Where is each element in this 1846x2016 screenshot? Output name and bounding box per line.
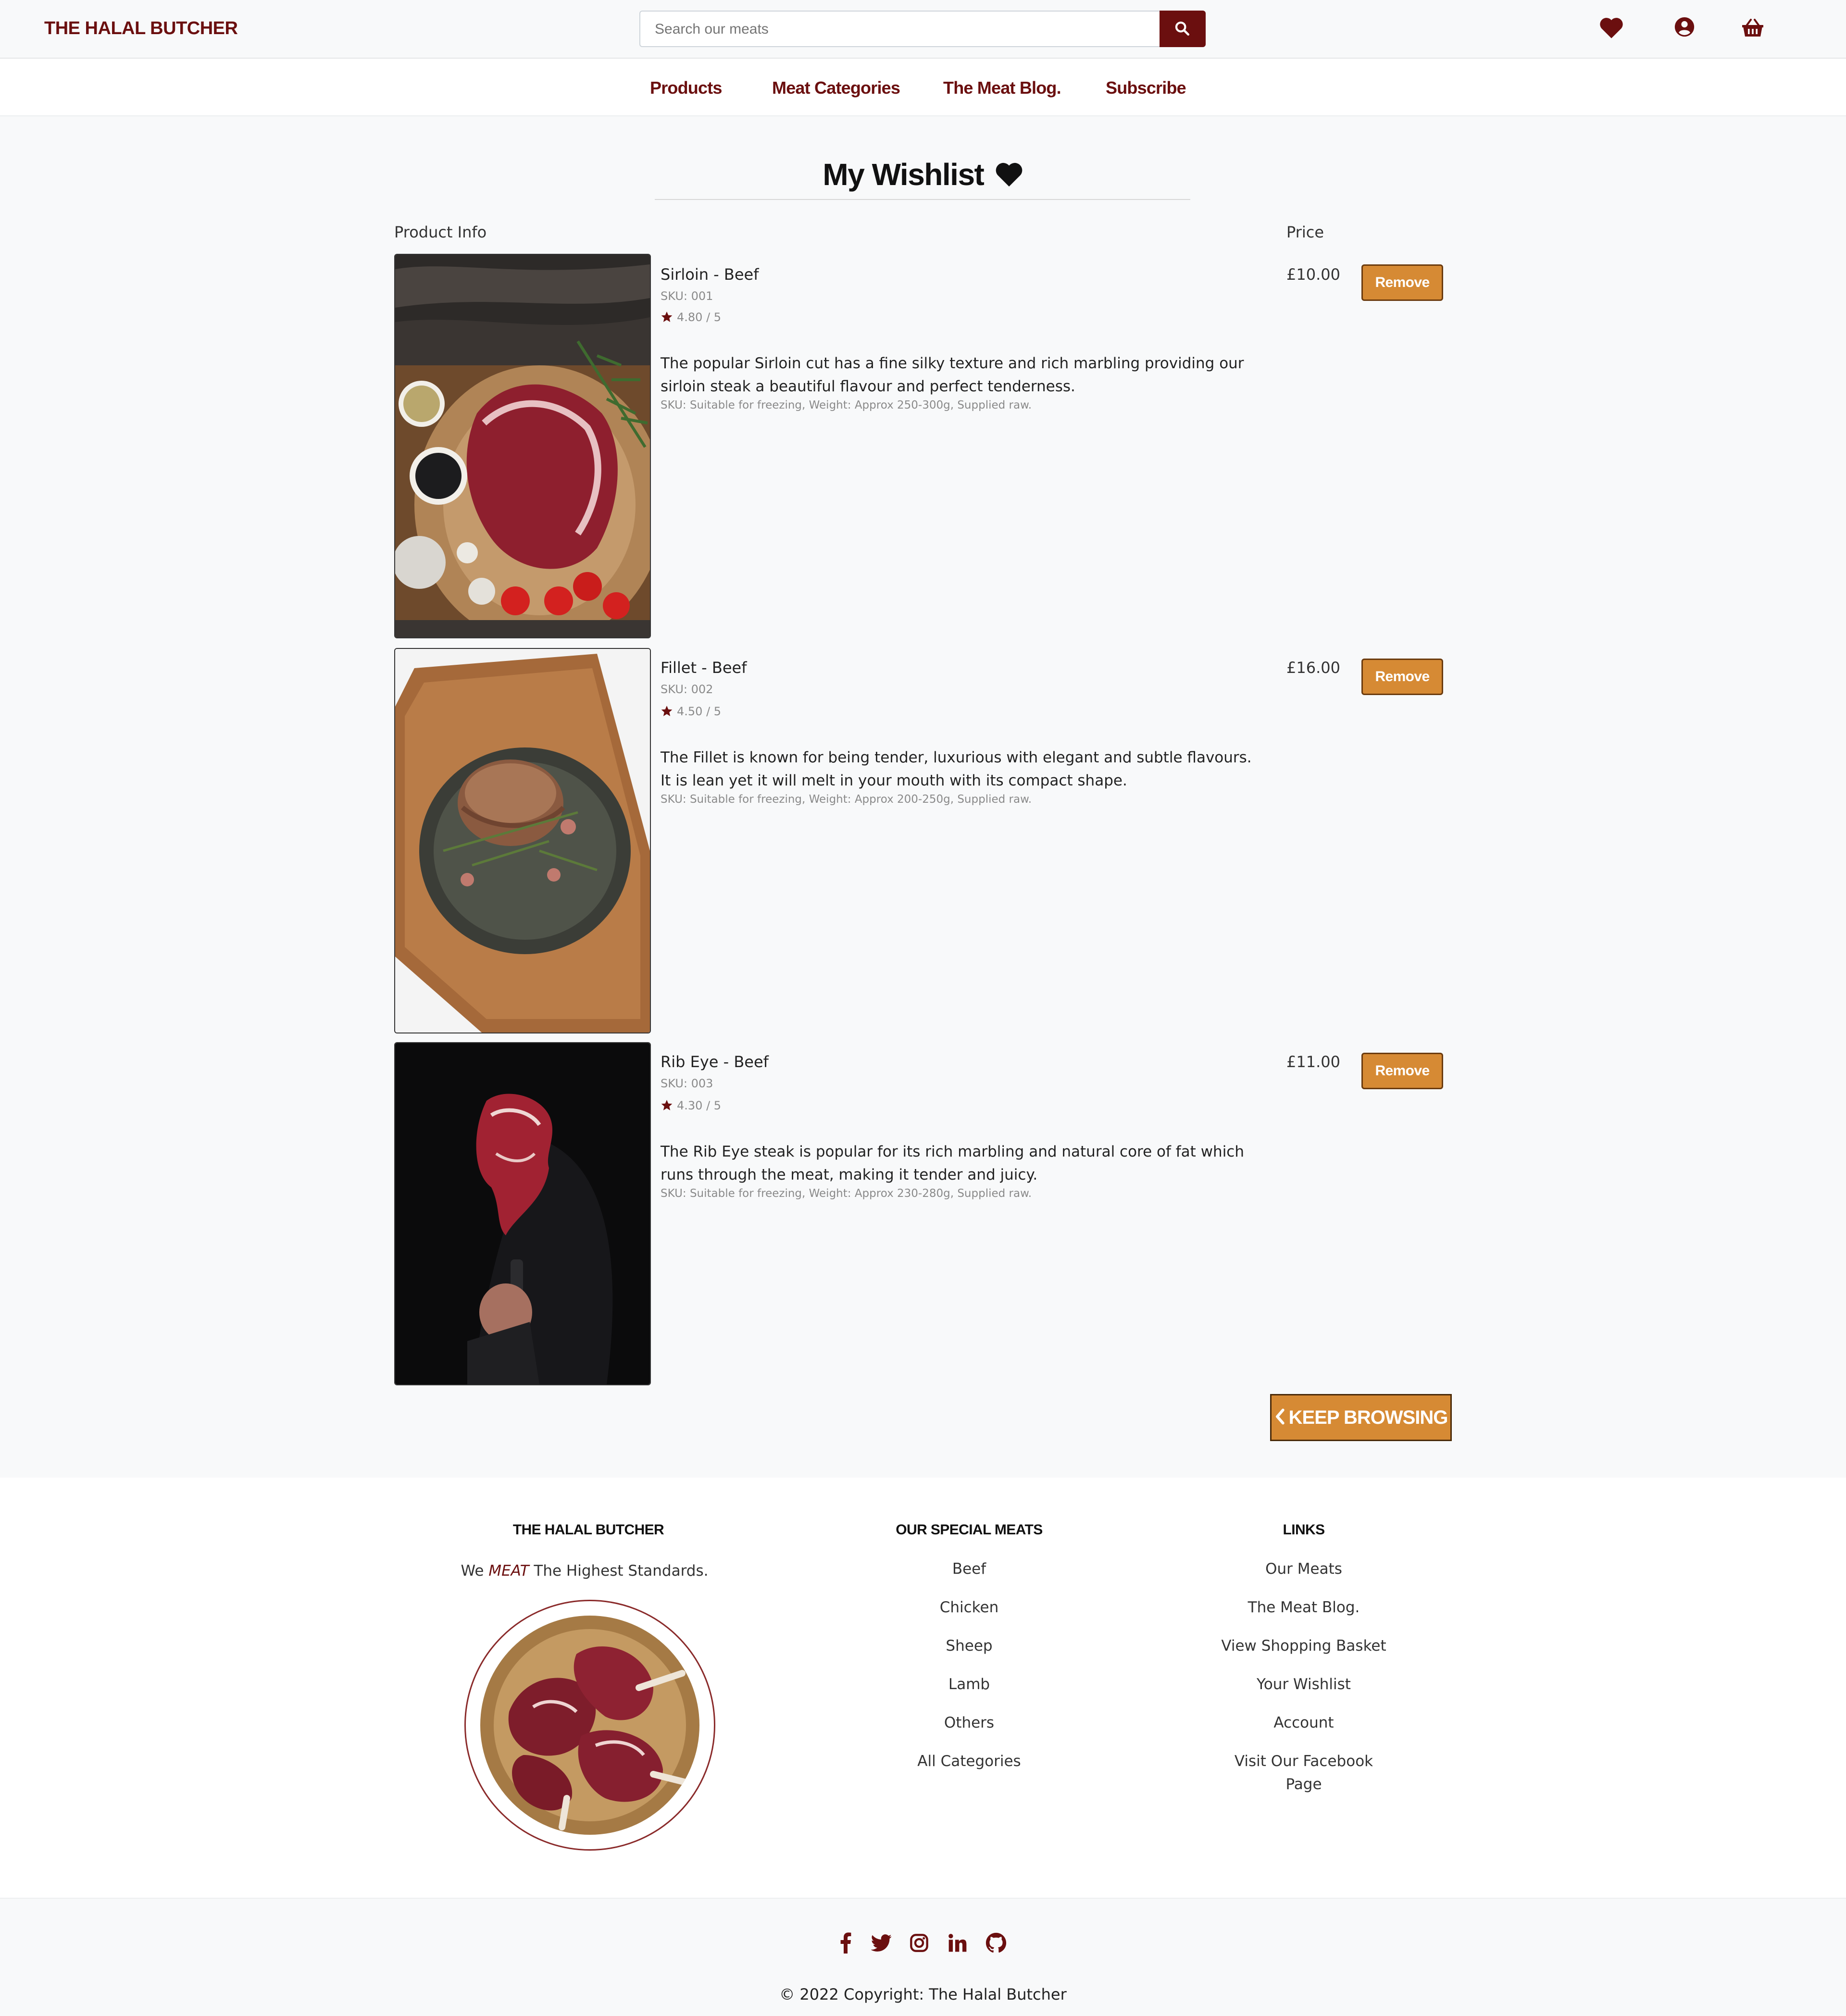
search-input[interactable] — [654, 19, 1146, 39]
footer-links-title: LINKS — [1283, 1522, 1325, 1538]
search-button[interactable] — [1160, 11, 1206, 47]
top-header: THE HALAL BUTCHER — [0, 0, 1846, 59]
product-image-rib-eye[interactable] — [394, 1042, 651, 1385]
heart-icon[interactable] — [1599, 16, 1624, 39]
product-meta: SKU: Suitable for freezing, Weight: Appr… — [661, 1187, 1032, 1200]
column-header-product-info: Product Info — [394, 223, 487, 241]
column-header-price: Price — [1286, 223, 1324, 241]
main-nav: Products Meat Categories The Meat Blog. … — [0, 59, 1846, 116]
footer-link-lamb[interactable]: Lamb — [825, 1673, 1113, 1696]
chevron-left-icon — [1275, 1408, 1285, 1425]
product-sku: SKU: 002 — [661, 683, 713, 696]
remove-button[interactable]: Remove — [1361, 264, 1443, 301]
footer-special-meats-title: OUR SPECIAL MEATS — [896, 1522, 1043, 1538]
search-field[interactable] — [639, 11, 1205, 47]
product-image-sirloin[interactable] — [394, 254, 651, 638]
user-circle-icon[interactable] — [1674, 16, 1695, 37]
product-meta: SKU: Suitable for freezing, Weight: Appr… — [661, 399, 1032, 411]
footer-link-account[interactable]: Account — [1160, 1711, 1448, 1734]
product-name[interactable]: Rib Eye - Beef — [661, 1053, 769, 1071]
nav-meat-blog[interactable]: The Meat Blog. — [943, 78, 1061, 98]
page-title: My Wishlist — [654, 157, 1192, 192]
footer-link-others[interactable]: Others — [825, 1711, 1113, 1734]
remove-button[interactable]: Remove — [1361, 1053, 1443, 1089]
nav-subscribe[interactable]: Subscribe — [1106, 78, 1186, 98]
footer-link-meat-blog[interactable]: The Meat Blog. — [1160, 1596, 1448, 1619]
nav-meat-categories[interactable]: Meat Categories — [772, 78, 900, 98]
product-sku: SKU: 003 — [661, 1077, 713, 1090]
keep-browsing-button[interactable]: KEEP BROWSING — [1270, 1394, 1452, 1441]
basket-icon[interactable] — [1741, 18, 1764, 37]
product-name[interactable]: Fillet - Beef — [661, 659, 747, 677]
footer-tagline: We MEAT The Highest Standards. — [461, 1562, 709, 1580]
footer-link-all-categories[interactable]: All Categories — [825, 1750, 1113, 1773]
product-sku: SKU: 001 — [661, 289, 713, 303]
linkedin-icon[interactable] — [948, 1933, 967, 1953]
footer-link-shopping-basket[interactable]: View Shopping Basket — [1160, 1634, 1448, 1657]
brand-logo[interactable]: THE HALAL BUTCHER — [44, 18, 238, 39]
heart-icon — [996, 162, 1022, 187]
footer-link-our-meats[interactable]: Our Meats — [1160, 1557, 1448, 1580]
footer-meat-image — [464, 1600, 715, 1851]
copyright-text: © 2022 Copyright: The Halal Butcher — [779, 1985, 1067, 2004]
search-icon — [1175, 21, 1190, 36]
github-icon[interactable] — [985, 1932, 1007, 1954]
footer-link-chicken[interactable]: Chicken — [825, 1596, 1113, 1619]
site-footer: THE HALAL BUTCHER We MEAT The Highest St… — [0, 1478, 1846, 1898]
product-price: £10.00 — [1286, 265, 1340, 284]
nav-products[interactable]: Products — [650, 78, 722, 98]
product-rating: 4.50 / 5 — [661, 705, 721, 718]
product-description: The Fillet is known for being tender, lu… — [661, 749, 1252, 789]
star-icon — [661, 311, 673, 322]
product-name[interactable]: Sirloin - Beef — [661, 265, 759, 284]
product-description: The Rib Eye steak is popular for its ric… — [661, 1143, 1244, 1183]
product-meta: SKU: Suitable for freezing, Weight: Appr… — [661, 793, 1032, 806]
footer-link-wishlist[interactable]: Your Wishlist — [1160, 1673, 1448, 1696]
remove-button[interactable]: Remove — [1361, 659, 1443, 695]
product-rating: 4.80 / 5 — [661, 311, 721, 324]
product-price: £16.00 — [1286, 659, 1340, 677]
footer-link-beef[interactable]: Beef — [825, 1557, 1113, 1580]
twitter-icon[interactable] — [871, 1934, 892, 1952]
footer-link-sheep[interactable]: Sheep — [825, 1634, 1113, 1657]
star-icon — [661, 706, 673, 716]
product-image-fillet[interactable] — [394, 648, 651, 1033]
facebook-icon[interactable] — [838, 1932, 853, 1954]
footer-link-facebook-page[interactable]: Visit Our Facebook Page — [1231, 1750, 1377, 1796]
title-divider — [655, 199, 1190, 200]
product-description: The popular Sirloin cut has a fine silky… — [661, 355, 1244, 395]
star-icon — [661, 1100, 673, 1110]
product-price: £11.00 — [1286, 1053, 1340, 1071]
product-rating: 4.30 / 5 — [661, 1099, 721, 1112]
footer-brand-title: THE HALAL BUTCHER — [512, 1522, 664, 1538]
bottom-bar: © 2022 Copyright: The Halal Butcher — [0, 1898, 1846, 2016]
instagram-icon[interactable] — [910, 1933, 929, 1953]
